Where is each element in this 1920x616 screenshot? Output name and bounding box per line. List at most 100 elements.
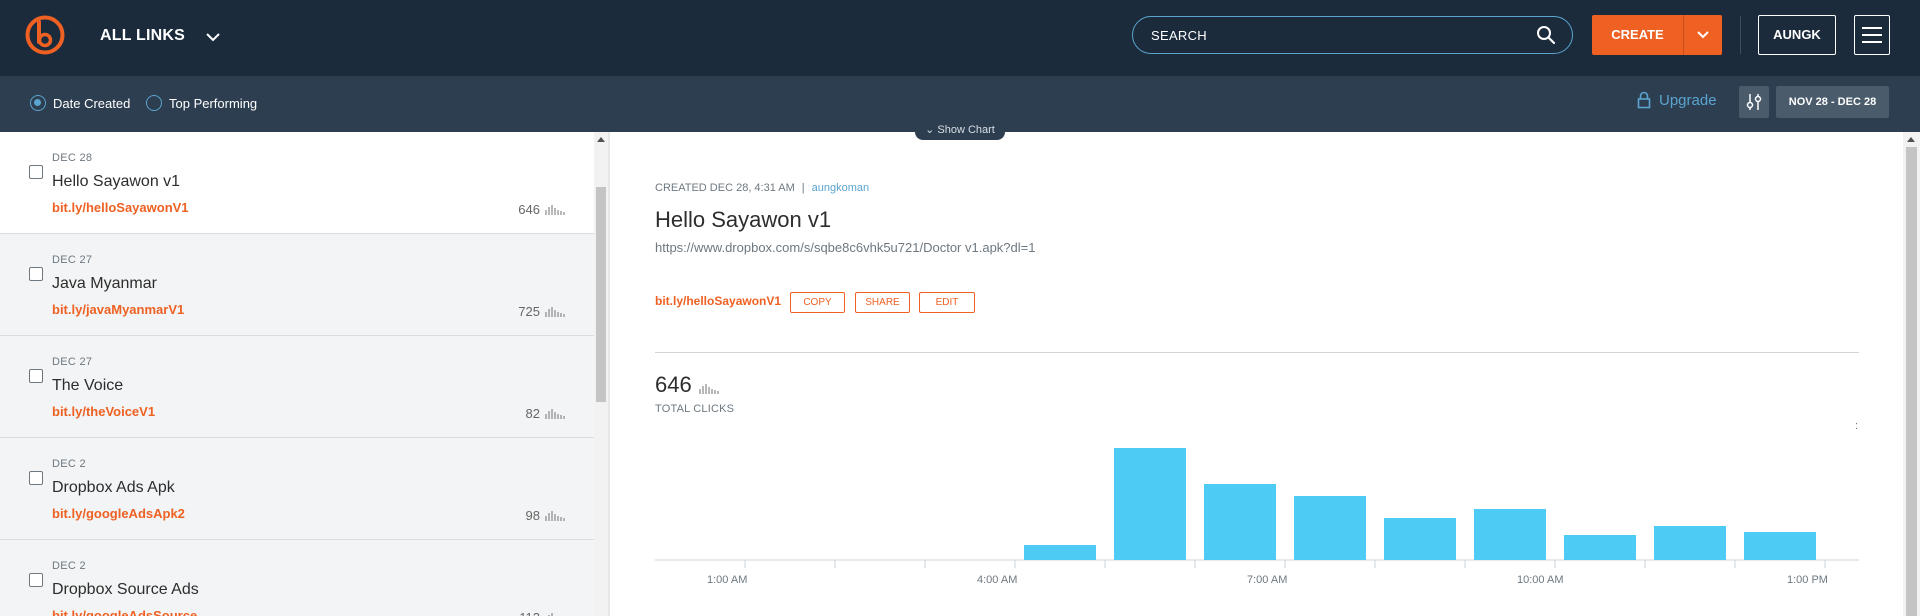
radio-checked-icon	[30, 95, 46, 111]
item-click-count: 98	[525, 508, 540, 523]
item-clicks: 725	[518, 304, 567, 319]
scrollbar-thumb[interactable]	[1906, 147, 1917, 616]
upgrade-link[interactable]: Upgrade	[1637, 91, 1717, 109]
chart-bar[interactable]	[1474, 509, 1546, 560]
bar-chart-icon	[699, 384, 719, 394]
chevron-down-icon[interactable]	[205, 29, 221, 45]
x-tick-label: 10:00 AM	[1517, 574, 1563, 586]
author-link[interactable]: aungkoman	[812, 182, 870, 194]
scroll-up-arrow-icon[interactable]	[1907, 137, 1915, 142]
item-title: The Voice	[52, 377, 124, 394]
edit-button[interactable]: EDIT	[919, 292, 975, 313]
item-clicks: 112	[519, 610, 567, 616]
section-divider	[655, 352, 1859, 353]
scroll-up-arrow-icon[interactable]	[597, 137, 605, 142]
sort-date-created-label: Date Created	[53, 95, 131, 111]
x-tick-label: 1:00 PM	[1787, 574, 1828, 586]
item-date: DEC 27	[52, 356, 93, 368]
item-short-link[interactable]: bit.ly/googleAdsApk2	[52, 506, 185, 521]
item-checkbox[interactable]	[29, 573, 43, 587]
list-item[interactable]: DEC 2 Dropbox Source Ads bit.ly/googleAd…	[0, 540, 594, 616]
item-short-link[interactable]: bit.ly/googleAdsSource	[52, 608, 197, 616]
search-input[interactable]: SEARCH	[1132, 16, 1573, 54]
item-date: DEC 27	[52, 254, 93, 266]
item-click-count: 112	[519, 610, 540, 616]
link-title: Hello Sayawon v1	[655, 207, 832, 232]
search-placeholder: SEARCH	[1151, 28, 1207, 43]
bitly-logo-icon[interactable]	[24, 14, 66, 56]
list-item[interactable]: DEC 2 Dropbox Ads Apk bit.ly/googleAdsAp…	[0, 438, 594, 540]
item-title: Dropbox Ads Apk	[52, 479, 175, 496]
scrollbar-thumb[interactable]	[596, 187, 606, 402]
bar-chart-icon	[548, 613, 556, 616]
total-clicks-value: 646	[655, 372, 692, 397]
show-chart-label: Show Chart	[937, 124, 995, 136]
bar-chart-icon	[545, 205, 565, 215]
item-checkbox[interactable]	[29, 267, 43, 281]
created-date: CREATED DEC 28, 4:31 AM	[655, 182, 795, 194]
link-list: DEC 28 Hello Sayawon v1 bit.ly/helloSaya…	[0, 132, 594, 616]
total-clicks-label: TOTAL CLICKS	[655, 403, 735, 415]
detail-scrollbar[interactable]	[1903, 132, 1920, 616]
nav-divider	[1740, 16, 1741, 54]
item-short-link[interactable]: bit.ly/theVoiceV1	[52, 404, 155, 419]
radio-unchecked-icon	[146, 95, 162, 111]
upgrade-label: Upgrade	[1659, 91, 1717, 109]
create-dropdown-button[interactable]	[1683, 15, 1722, 55]
item-checkbox[interactable]	[29, 369, 43, 383]
x-tick-label: 4:00 AM	[977, 574, 1017, 586]
chart-bar[interactable]	[1564, 535, 1636, 560]
filter-sliders-button[interactable]	[1739, 86, 1769, 118]
item-date: DEC 28	[52, 152, 93, 164]
item-checkbox[interactable]	[29, 165, 43, 179]
item-clicks: 98	[526, 508, 567, 523]
clicks-bar-chart: 1:00 AM 4:00 AM 7:00 AM 10:00 AM 1:00 PM	[655, 448, 1859, 586]
item-short-link[interactable]: bit.ly/javaMyanmarV1	[52, 302, 184, 317]
user-account-button[interactable]: AUNGK	[1758, 15, 1836, 55]
item-date: DEC 2	[52, 458, 86, 470]
sort-top-performing-label: Top Performing	[169, 95, 258, 111]
chart-bar[interactable]	[1024, 545, 1096, 560]
search-icon[interactable]	[1536, 25, 1556, 45]
item-click-count: 725	[518, 304, 540, 319]
created-info: CREATED DEC 28, 4:31 AM | aungkoman	[655, 182, 869, 194]
chart-bar[interactable]	[1744, 532, 1816, 560]
list-item[interactable]: DEC 27 The Voice bit.ly/theVoiceV1 82	[0, 336, 594, 438]
list-scrollbar[interactable]	[594, 132, 608, 616]
separator: |	[801, 182, 805, 194]
list-item[interactable]: DEC 28 Hello Sayawon v1 bit.ly/helloSaya…	[0, 132, 594, 234]
chart-bar[interactable]	[1204, 484, 1276, 560]
chart-bar[interactable]	[1294, 496, 1366, 560]
item-date: DEC 2	[52, 560, 86, 572]
share-button[interactable]: SHARE	[855, 292, 910, 313]
item-short-link[interactable]: bit.ly/helloSayawonV1	[52, 200, 189, 215]
item-click-count: 646	[518, 202, 540, 217]
long-url[interactable]: https://www.dropbox.com/s/sqbe8c6vhk5u72…	[655, 240, 1035, 255]
chart-bar[interactable]	[1654, 526, 1726, 560]
all-links-label[interactable]: ALL LINKS	[100, 27, 185, 45]
x-tick-label: 7:00 AM	[1247, 574, 1287, 586]
item-title: Hello Sayawon v1	[52, 173, 181, 190]
item-click-count: 82	[525, 406, 540, 421]
sort-top-performing-radio[interactable]: Top Performing	[146, 95, 257, 111]
sort-date-created-radio[interactable]: Date Created	[30, 95, 130, 111]
show-chart-toggle[interactable]: ⌄ Show Chart	[915, 122, 1005, 140]
chart-bar[interactable]	[1114, 448, 1186, 560]
chart-bar[interactable]	[1384, 518, 1456, 560]
detail-short-link[interactable]: bit.ly/helloSayawonV1	[655, 294, 781, 308]
x-tick-label: 1:00 AM	[707, 574, 747, 586]
list-item[interactable]: DEC 27 Java Myanmar bit.ly/javaMyanmarV1…	[0, 234, 594, 336]
lock-icon	[1637, 91, 1651, 109]
bar-chart-icon	[545, 511, 565, 521]
chevron-down-icon	[1697, 31, 1709, 39]
create-button[interactable]: CREATE	[1592, 15, 1683, 55]
date-range-button[interactable]: NOV 28 - DEC 28	[1776, 86, 1889, 118]
item-clicks: 646	[518, 202, 567, 217]
bar-chart-icon	[545, 307, 565, 317]
panel-divider	[608, 132, 610, 616]
hamburger-menu-icon[interactable]	[1854, 15, 1890, 55]
item-title: Dropbox Source Ads	[52, 581, 199, 598]
item-checkbox[interactable]	[29, 471, 43, 485]
copy-button[interactable]: COPY	[790, 292, 845, 313]
chevron-down-icon: ⌄	[925, 124, 935, 136]
